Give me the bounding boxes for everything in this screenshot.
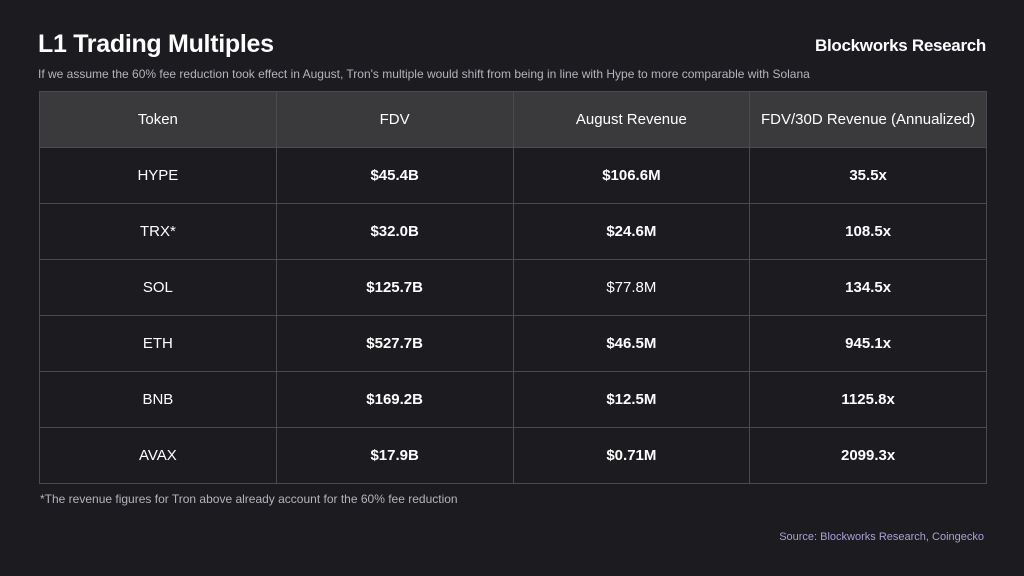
- table-body: HYPE $45.4B $106.6M 35.5x TRX* $32.0B $24.6M 10…: [39, 147, 987, 484]
- table-cell: TRX*: [39, 203, 277, 260]
- table-row: TRX* $32.0B $24.6M 108.5x: [39, 203, 987, 260]
- table-cell: HYPE: [39, 147, 277, 204]
- table-cell: 2099.3x: [749, 427, 987, 484]
- table-cell: $12.5M: [512, 371, 751, 428]
- table-row: SOL $125.7B $77.8M 134.5x: [39, 259, 987, 316]
- table-cell: $125.7B: [275, 259, 514, 316]
- table-row: ETH $527.7B $46.5M 945.1x: [39, 315, 987, 372]
- table-row: AVAX $17.9B $0.71M 2099.3x: [39, 427, 987, 484]
- table-row: BNB $169.2B $12.5M 1125.8x: [39, 371, 987, 428]
- table-cell: SOL: [39, 259, 277, 316]
- table-cell: $527.7B: [275, 315, 514, 372]
- page-title: L1 Trading Multiples: [38, 30, 274, 58]
- footnote: *The revenue figures for Tron above alre…: [40, 492, 458, 506]
- table-cell: $45.4B: [275, 147, 514, 204]
- table-cell: $24.6M: [512, 203, 751, 260]
- table-cell: AVAX: [39, 427, 277, 484]
- table-cell: $77.8M: [512, 259, 751, 316]
- table-cell: $17.9B: [275, 427, 514, 484]
- table-cell: $46.5M: [512, 315, 751, 372]
- table-cell: 134.5x: [749, 259, 987, 316]
- multiples-table: Token FDV August Revenue FDV/30D Revenue (A…: [39, 91, 987, 484]
- table-cell: 945.1x: [749, 315, 987, 372]
- column-header: Token: [39, 91, 277, 148]
- table-cell: 35.5x: [749, 147, 987, 204]
- source-note: Source: Blockworks Research, Coingecko: [779, 531, 984, 543]
- table-cell: $0.71M: [512, 427, 751, 484]
- table-cell: 108.5x: [749, 203, 987, 260]
- table-cell: BNB: [39, 371, 277, 428]
- brand-logo-text: Blockworks Research: [815, 36, 986, 55]
- column-header: FDV/30D Revenue (Annualized): [749, 91, 987, 148]
- table-row: HYPE $45.4B $106.6M 35.5x: [39, 147, 987, 204]
- table-cell: 1125.8x: [749, 371, 987, 428]
- table-cell: $106.6M: [512, 147, 751, 204]
- page-subtitle: If we assume the 60% fee reduction took …: [38, 67, 810, 81]
- column-header: FDV: [275, 91, 514, 148]
- column-header: August Revenue: [512, 91, 751, 148]
- table-cell: $169.2B: [275, 371, 514, 428]
- table-header-row: Token FDV August Revenue FDV/30D Revenue (A…: [39, 91, 987, 148]
- table-cell: $32.0B: [275, 203, 514, 260]
- table-cell: ETH: [39, 315, 277, 372]
